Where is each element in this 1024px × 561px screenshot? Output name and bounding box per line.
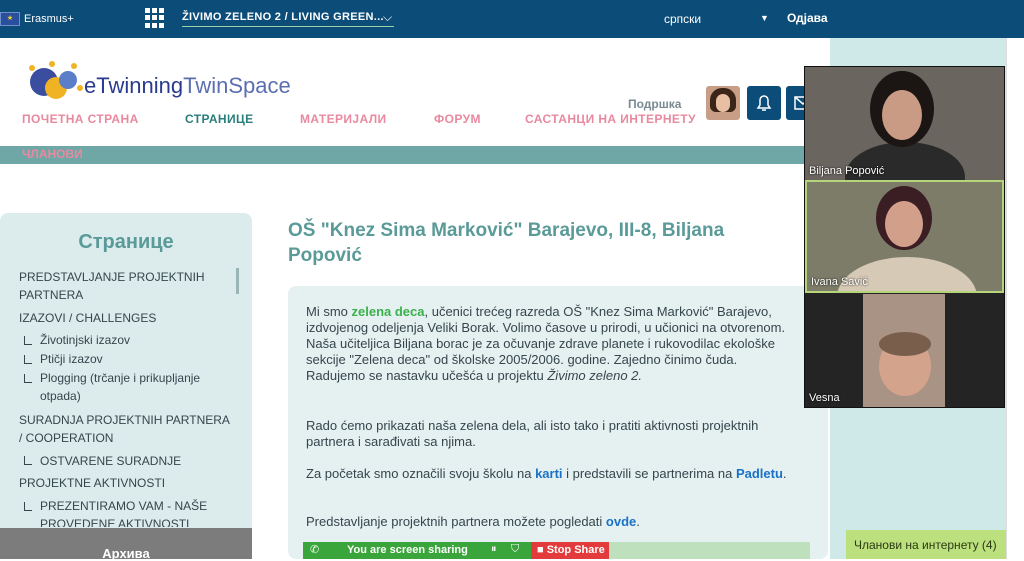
apps-grid-icon[interactable]: [145, 8, 165, 28]
video-tile[interactable]: Biljana Popović: [805, 67, 1004, 180]
sidebar-item-presented-activities[interactable]: PREZENTIRAMO VAM - NAŠE PROVEDENE AKTIVN…: [40, 497, 230, 527]
bell-icon: [756, 95, 772, 111]
language-selector[interactable]: српски: [664, 12, 701, 26]
eu-flag-icon: ★: [0, 12, 20, 26]
intro-paragraph: Mi smo zelena deca, učenici trećeg razre…: [306, 304, 786, 383]
screen-sharing-status: You are screen sharing: [347, 544, 468, 556]
participant-name: Biljana Popović: [809, 165, 885, 177]
nav-materials[interactable]: МАТЕРИЈАЛИ: [300, 112, 387, 126]
site-header: eTwinningTwinSpace Подршка: [0, 38, 830, 146]
sidebar-item-plogging[interactable]: Plogging (trčanje i prikupljanje otpada): [40, 369, 230, 405]
top-bar: ★ Erasmus+ ŽIVIMO ZELENO 2 / LIVING GREE…: [0, 0, 1024, 38]
sidebar-item-achieved-cooperation[interactable]: OSTVARENE SURADNJE: [40, 452, 181, 470]
share-bar-extension: [609, 542, 810, 559]
user-avatar[interactable]: [706, 86, 740, 120]
pause-icon[interactable]: ⏸: [491, 543, 497, 556]
sidebar-item-cooperation[interactable]: SURADNJA PROJEKTNIH PARTNERA / COOPERATI…: [19, 411, 234, 447]
paragraph-2: Rado ćemo prikazati naša zelena dela, al…: [306, 418, 759, 449]
caret-down-icon[interactable]: ▼: [760, 13, 769, 23]
tree-branch: [24, 374, 32, 383]
sidebar-item-bird-challenge[interactable]: Ptičji izazov: [40, 350, 103, 368]
participant-video: [805, 67, 1004, 180]
phone-icon: ✆: [310, 544, 320, 556]
logout-link[interactable]: Одјава: [787, 11, 828, 25]
erasmus-label: Erasmus+: [24, 13, 74, 25]
project-selector[interactable]: ŽIVIMO ZELENO 2 / LIVING GREEN...: [182, 11, 394, 27]
sidebar-item-activities[interactable]: PROJEKTNE AKTIVNOSTI: [19, 474, 165, 492]
erasmus-logo[interactable]: ★ Erasmus+: [0, 12, 74, 26]
etwinning-wordmark: eTwinningTwinSpace: [84, 73, 291, 98]
nav-pages[interactable]: СТРАНИЦЕ: [185, 112, 254, 126]
sidebar-item-animal-challenge[interactable]: Životinjski izazov: [40, 331, 130, 349]
tree-branch: [24, 456, 32, 465]
participant-name: Vesna: [809, 392, 840, 404]
stop-share-button[interactable]: ■ Stop Share: [531, 542, 609, 559]
padlet-link[interactable]: Padletu: [736, 466, 783, 481]
page-title: OŠ "Knez Sima Marković" Barajevo, III-8,…: [288, 220, 725, 266]
nav-members[interactable]: ЧЛАНОВИ: [22, 147, 83, 161]
subnav-bar: ЧЛАНОВИ: [0, 146, 830, 164]
sidebar-item-partners[interactable]: PREDSTAVLJANJE PROJEKTNIH PARTNERA: [19, 268, 229, 304]
sidebar-item-challenges[interactable]: IZAZOVI / CHALLENGES: [19, 309, 229, 327]
ovde-link[interactable]: ovde: [606, 514, 636, 529]
karti-link[interactable]: karti: [535, 466, 562, 481]
paragraph-3: Za početak smo označili svoju školu na k…: [306, 466, 787, 481]
video-tile[interactable]: Vesna: [805, 294, 1004, 407]
tree-branch: [24, 355, 32, 364]
chevron-down-icon[interactable]: ⌵: [383, 10, 392, 25]
shield-icon[interactable]: ⛉: [511, 543, 519, 556]
participant-name: Ivana Savić: [811, 276, 868, 288]
notifications-button[interactable]: [747, 86, 781, 120]
sidebar-title: Странице: [78, 231, 174, 253]
nav-home[interactable]: ПОЧЕТНА СТРАНА: [22, 112, 139, 126]
tree-branch: [24, 336, 32, 345]
online-members-button[interactable]: Чланови на интернету (4): [846, 530, 1006, 559]
support-link[interactable]: Подршка: [628, 97, 681, 111]
video-tile[interactable]: Ivana Savić: [805, 180, 1004, 293]
nav-forum[interactable]: ФОРУМ: [434, 112, 481, 126]
tree-branch: [24, 502, 32, 511]
participant-video: [863, 294, 945, 407]
paragraph-4: Predstavljanje projektnih partnera možet…: [306, 514, 640, 529]
sidebar-scrollbar[interactable]: [236, 268, 239, 294]
nav-online-meetings[interactable]: САСТАНЦИ НА ИНТЕРНЕТУ: [525, 112, 696, 126]
archive-header[interactable]: Архива: [0, 528, 252, 561]
video-panel: Biljana Popović Ivana Savić Vesna: [804, 66, 1005, 408]
page-scrollbar[interactable]: [1006, 38, 1024, 559]
